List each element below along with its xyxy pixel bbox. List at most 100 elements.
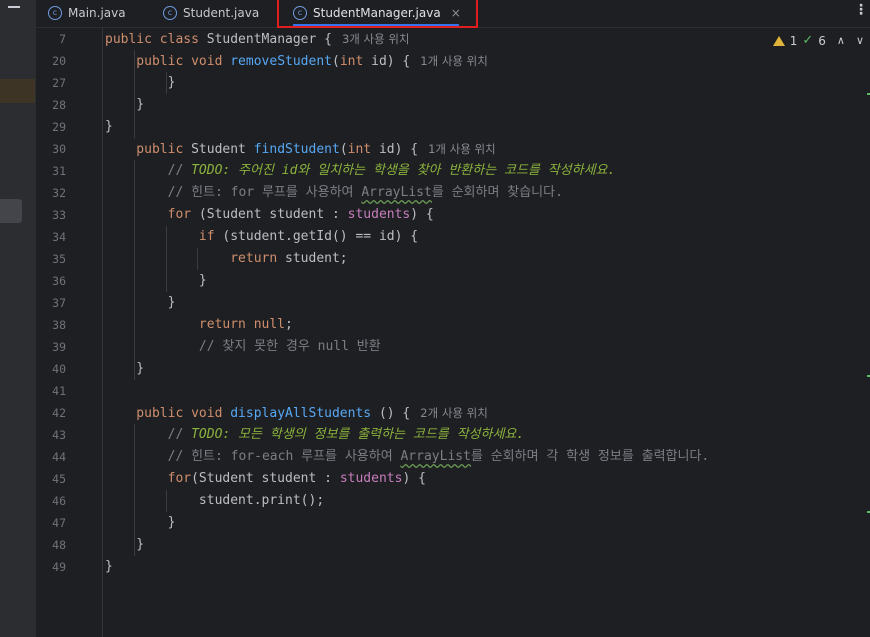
code-line[interactable]: } — [105, 512, 176, 534]
tab-main-java[interactable]: c Main.java — [48, 0, 126, 26]
code-token: ArrayList — [400, 449, 471, 464]
code-token: () { — [371, 406, 411, 421]
code-token: } — [105, 537, 145, 552]
line-number: 38 — [52, 318, 66, 332]
code-line[interactable]: public Student findStudent(int id) {1개 사… — [105, 138, 496, 160]
line-number: 48 — [52, 538, 66, 552]
code-line[interactable]: public class StudentManager { 3개 사용 위치 — [105, 28, 410, 50]
code-line[interactable]: if (student.getId() == id) { — [105, 226, 418, 248]
code-token: public class — [105, 32, 207, 47]
check-count: 6 — [818, 33, 826, 48]
warning-count: 1 — [789, 33, 798, 48]
code-token: int — [347, 142, 379, 157]
line-number: 28 — [52, 98, 66, 112]
usage-hint[interactable]: 1개 사용 위치 — [428, 142, 496, 156]
code-line[interactable]: for(Student student : students) { — [105, 468, 426, 490]
tool-window-button[interactable] — [0, 199, 22, 223]
code-line[interactable]: } — [105, 534, 144, 556]
code-token: ; — [285, 317, 293, 332]
indent-guide — [134, 50, 136, 138]
line-number: 36 — [52, 274, 66, 288]
code-token: Student — [191, 142, 254, 157]
indent-guide — [134, 160, 136, 380]
chevron-down-icon[interactable]: ∨ — [856, 34, 864, 47]
line-number: 32 — [52, 186, 66, 200]
code-token: // — [105, 427, 192, 442]
code-token: student.print(); — [105, 493, 325, 508]
code-token: } — [105, 295, 176, 310]
indent-guide — [165, 226, 167, 292]
line-number: 30 — [52, 142, 66, 156]
line-number: 37 — [52, 296, 66, 310]
code-line[interactable]: // 힌트: for-each 루프를 사용하여 ArrayList를 순회하며… — [105, 446, 710, 468]
warning-icon — [772, 35, 785, 46]
code-line[interactable]: student.print(); — [105, 490, 324, 512]
code-token: if — [105, 229, 223, 244]
code-token: } — [105, 119, 113, 134]
line-number: 40 — [52, 362, 66, 376]
line-number: 35 — [52, 252, 66, 266]
code-token: public void — [105, 406, 231, 421]
line-number: 29 — [52, 120, 66, 134]
code-token: id) { — [371, 54, 411, 69]
line-number: 46 — [52, 494, 66, 508]
code-token: ArrayList — [361, 185, 432, 200]
code-line[interactable]: } — [105, 292, 176, 314]
tab-student-java[interactable]: c Student.java — [163, 0, 259, 26]
code-token: ( — [331, 54, 340, 69]
code-token: for — [105, 207, 199, 222]
line-number: 39 — [52, 340, 66, 354]
class-icon: c — [48, 6, 62, 20]
code-token: (Student student : — [198, 207, 348, 222]
code-line[interactable]: } — [105, 556, 113, 578]
usage-hint[interactable]: 3개 사용 위치 — [342, 32, 410, 46]
code-line[interactable]: // TODO: 주어진 id와 일치하는 학생을 찾아 반환하는 코드를 작성… — [105, 160, 616, 182]
code-token: findStudent — [253, 142, 340, 157]
check-icon: ✓ — [802, 33, 814, 48]
inspection-widget[interactable]: 1 ✓ 6 ∧ ∨ — [772, 33, 864, 48]
more-options-icon[interactable]: ⋮ — [854, 2, 868, 18]
highlight-box — [277, 0, 478, 28]
code-line[interactable]: } — [105, 116, 113, 138]
code-token: 를 순회하며 각 학생 정보를 출력합니다. — [470, 449, 710, 464]
code-token: // — [105, 163, 192, 178]
line-number: 31 — [52, 164, 66, 178]
code-token: id) { — [378, 142, 419, 157]
line-number: 7 — [59, 32, 66, 46]
code-token: (student.getId() == id) { — [222, 229, 419, 244]
code-editor[interactable]: 1 ✓ 6 ∧ ∨ 7 public class StudentManager {… — [36, 27, 870, 637]
code-token: StudentManager { — [206, 32, 332, 47]
code-token: students — [339, 471, 403, 486]
code-line[interactable]: // TODO: 모든 학생의 정보를 출력하는 코드를 작성하세요. — [105, 424, 525, 446]
code-line[interactable]: } — [105, 358, 144, 380]
code-token: // 힌트: for-each 루프를 사용하여 — [105, 449, 401, 464]
indent-guide — [165, 72, 167, 94]
code-line[interactable]: return student; — [105, 248, 348, 270]
code-line[interactable]: } — [105, 270, 207, 292]
code-line[interactable]: for (Student student : students) { — [105, 204, 434, 226]
code-line[interactable]: public void displayAllStudents () {2개 사용… — [105, 402, 488, 424]
code-token: students — [347, 207, 411, 222]
chevron-up-icon[interactable]: ∧ — [837, 34, 845, 47]
tool-window-marker — [0, 79, 35, 103]
line-number: 49 — [52, 560, 66, 574]
code-token: // 힌트: for 루프를 사용하여 — [105, 185, 362, 200]
code-token: TODO: 주어진 id와 일치하는 학생을 찾아 반환하는 코드를 작성하세요… — [191, 163, 616, 178]
code-line[interactable]: return null; — [105, 314, 293, 336]
code-token: return null — [105, 317, 286, 332]
line-number: 33 — [52, 208, 66, 222]
line-number: 45 — [52, 472, 66, 486]
usage-hint[interactable]: 1개 사용 위치 — [420, 54, 488, 68]
code-line[interactable]: public void removeStudent(int id) {1개 사용… — [105, 50, 488, 72]
code-line[interactable]: // 힌트: for 루프를 사용하여 ArrayList를 순회하며 찾습니다… — [105, 182, 563, 204]
code-token: } — [105, 97, 145, 112]
usage-hint[interactable]: 2개 사용 위치 — [420, 406, 488, 420]
code-token: TODO: 모든 학생의 정보를 출력하는 코드를 작성하세요. — [191, 427, 525, 442]
code-token: student; — [285, 251, 348, 266]
code-line[interactable]: // 찾지 못한 경우 null 반환 — [105, 336, 381, 358]
code-line[interactable]: } — [105, 94, 144, 116]
code-token: removeStudent — [230, 54, 332, 69]
minimize-icon[interactable] — [8, 6, 20, 8]
code-token: } — [105, 361, 145, 376]
code-token: for — [105, 471, 192, 486]
